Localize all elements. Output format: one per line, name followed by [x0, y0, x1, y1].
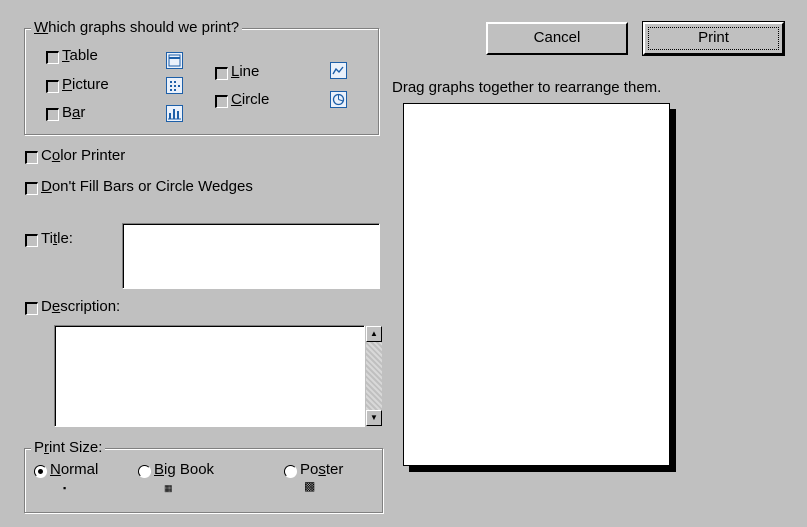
normal-radio[interactable]: [34, 465, 47, 478]
picture-label[interactable]: Picture: [62, 76, 109, 93]
bar-label[interactable]: Bar: [62, 104, 85, 121]
description-scrollbar[interactable]: ▲ ▼: [366, 326, 382, 426]
print-graphs-dialog: { "graphs_group": { "legend_prefix": "W"…: [0, 0, 807, 527]
circle-label[interactable]: Circle: [231, 91, 269, 108]
scroll-down-button[interactable]: ▼: [366, 410, 382, 426]
table-checkbox[interactable]: [46, 51, 59, 64]
description-label[interactable]: Description:: [41, 298, 120, 315]
description-checkbox[interactable]: [25, 302, 38, 315]
line-label[interactable]: Line: [231, 63, 259, 80]
bar-graph-icon: [166, 105, 183, 122]
poster-label[interactable]: Poster: [300, 461, 343, 478]
print-button-focus-ring: [648, 27, 779, 50]
print-size-legend: Print Size:: [31, 439, 106, 456]
print-size-group: [24, 448, 383, 513]
print-preview-page[interactable]: [403, 103, 670, 466]
line-graph-icon: [330, 62, 347, 79]
description-input[interactable]: [54, 325, 365, 427]
title-checkbox[interactable]: [25, 234, 38, 247]
title-input[interactable]: [122, 223, 380, 289]
cancel-button[interactable]: Cancel: [486, 22, 628, 55]
circle-checkbox[interactable]: [215, 95, 228, 108]
circle-graph-icon: [330, 91, 347, 108]
picture-graph-icon: [166, 77, 183, 94]
bar-checkbox[interactable]: [46, 108, 59, 121]
line-checkbox[interactable]: [215, 67, 228, 80]
normal-size-icon: ▪: [63, 483, 67, 493]
title-label[interactable]: Title:: [41, 230, 73, 247]
graphs-group-legend: Which graphs should we print?: [31, 19, 243, 36]
picture-checkbox[interactable]: [46, 80, 59, 93]
big-book-radio[interactable]: [138, 465, 151, 478]
color-printer-checkbox[interactable]: [25, 151, 38, 164]
big-book-label[interactable]: Big Book: [154, 461, 214, 478]
dont-fill-checkbox[interactable]: [25, 182, 38, 195]
poster-size-icon: ▩: [304, 479, 316, 493]
big-book-size-icon: ▦: [164, 483, 173, 493]
poster-radio[interactable]: [284, 465, 297, 478]
table-label[interactable]: Table: [62, 47, 98, 64]
preview-instruction: Drag graphs together to rearrange them.: [392, 79, 662, 96]
table-graph-icon: [166, 52, 183, 69]
color-printer-label[interactable]: Color Printer: [41, 147, 125, 164]
dont-fill-label[interactable]: Don't Fill Bars or Circle Wedges: [41, 178, 253, 195]
scroll-up-button[interactable]: ▲: [366, 326, 382, 342]
normal-label[interactable]: Normal: [50, 461, 98, 478]
print-button[interactable]: Print: [642, 21, 785, 56]
